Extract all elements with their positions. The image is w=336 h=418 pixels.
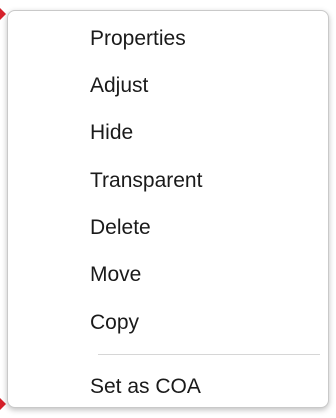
menu-item-transparent[interactable]: Transparent xyxy=(10,159,326,203)
menu-item-delete[interactable]: Delete xyxy=(10,206,326,250)
menu-item-set-as-coa[interactable]: Set as COA xyxy=(10,365,326,409)
menu-item-label: Properties xyxy=(90,27,186,50)
menu-item-label: Delete xyxy=(90,216,151,239)
menu-item-label: Transparent xyxy=(90,169,203,192)
menu-item-move[interactable]: Move xyxy=(10,253,326,297)
menu-item-adjust[interactable]: Adjust xyxy=(10,64,326,108)
menu-item-label: Adjust xyxy=(90,74,149,97)
context-menu: Properties Adjust Hide Transparent Delet… xyxy=(7,10,329,408)
menu-item-copy[interactable]: Copy xyxy=(10,301,326,345)
red-corner-accent xyxy=(0,8,6,20)
menu-item-properties[interactable]: Properties xyxy=(10,17,326,61)
menu-item-label: Copy xyxy=(90,311,140,334)
menu-separator xyxy=(98,354,320,355)
menu-item-label: Move xyxy=(90,263,142,286)
screen: Properties Adjust Hide Transparent Delet… xyxy=(0,0,336,418)
red-corner-accent xyxy=(0,398,6,410)
menu-item-hide[interactable]: Hide xyxy=(10,111,326,155)
menu-item-label: Set as COA xyxy=(90,375,201,398)
menu-item-label: Hide xyxy=(90,121,134,144)
